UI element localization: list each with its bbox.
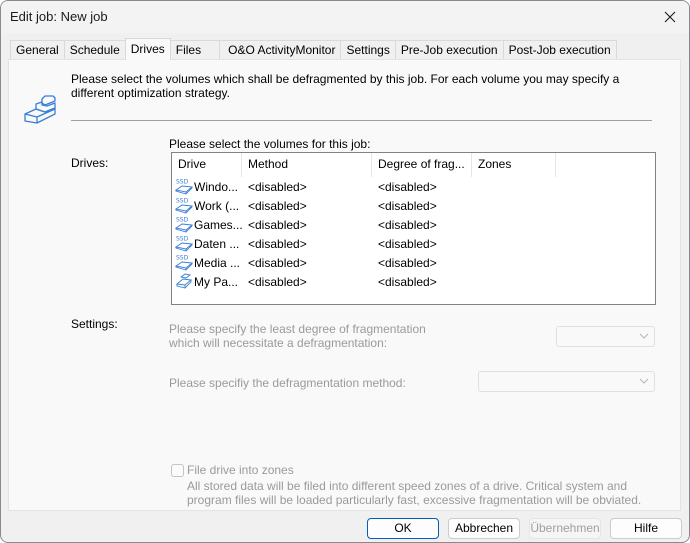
degree-prompt: Please specify the least degree of fragm…	[169, 322, 426, 350]
drive-cell: SSD Daten ...	[172, 235, 242, 252]
ssd-drive-icon: SSD	[174, 197, 194, 214]
tab-schedule[interactable]: Schedule	[63, 40, 126, 60]
zones-checkbox[interactable]	[171, 464, 184, 477]
tab-files[interactable]: Files	[169, 40, 221, 60]
zones-description: All stored data will be filed into diffe…	[187, 479, 642, 507]
network-drive-icon	[175, 273, 194, 290]
column-header-zones[interactable]: Zones	[472, 153, 556, 177]
tab-general[interactable]: General	[10, 40, 65, 60]
degree-cell[interactable]: <disabled>	[372, 180, 472, 194]
column-header-method[interactable]: Method	[242, 153, 372, 177]
column-header-drive[interactable]: Drive	[172, 153, 242, 177]
tab-drives[interactable]: Drives	[124, 38, 171, 60]
drive-cell: SSD Media ...	[172, 254, 242, 271]
method-cell[interactable]: <disabled>	[242, 199, 372, 213]
degree-select[interactable]	[556, 326, 655, 347]
degree-cell[interactable]: <disabled>	[372, 199, 472, 213]
degree-cell[interactable]: <disabled>	[372, 275, 472, 289]
volume-row[interactable]: SSD Media ... <disabled> <disabled>	[172, 253, 655, 272]
drive-name: Media ...	[194, 255, 241, 270]
degree-cell[interactable]: <disabled>	[372, 237, 472, 251]
drives-tab-panel: Please select the volumes which shall be…	[8, 59, 681, 511]
tab-pre-job-execution[interactable]: Pre-Job execution	[394, 40, 504, 60]
volumes-caption: Please select the volumes for this job:	[169, 137, 371, 151]
ok-button[interactable]: OK	[367, 518, 439, 539]
method-cell[interactable]: <disabled>	[242, 180, 372, 194]
degree-cell[interactable]: <disabled>	[372, 218, 472, 232]
method-select[interactable]	[478, 371, 655, 392]
volume-row[interactable]: My Pa... <disabled> <disabled>	[172, 272, 655, 291]
ssd-drive-icon: SSD	[174, 235, 194, 252]
header-separator	[71, 120, 652, 121]
tab-settings[interactable]: Settings	[340, 40, 396, 60]
drive-cell: SSD Work (...	[172, 197, 242, 214]
drive-name: Games...	[194, 217, 242, 232]
close-button[interactable]	[657, 4, 683, 30]
window-title: Edit job: New job	[10, 9, 108, 24]
svg-text:SSD: SSD	[176, 217, 189, 224]
intro-text: Please select the volumes which shall be…	[71, 72, 620, 100]
drive-cell: My Pa...	[172, 273, 242, 290]
column-header-degree[interactable]: Degree of frag...	[372, 153, 472, 177]
settings-label: Settings:	[71, 317, 118, 331]
svg-text:SSD: SSD	[176, 198, 189, 205]
drive-name: My Pa...	[194, 274, 239, 289]
ssd-drive-icon: SSD	[174, 216, 194, 233]
svg-text:SSD: SSD	[176, 236, 189, 243]
method-prompt: Please specifiy the defragmentation meth…	[169, 376, 406, 390]
volume-row[interactable]: SSD Windo... <disabled> <disabled>	[172, 177, 655, 196]
tab-post-job-execution[interactable]: Post-Job execution	[502, 40, 617, 60]
svg-text:SSD: SSD	[176, 255, 189, 262]
close-icon	[664, 11, 676, 23]
svg-text:SSD: SSD	[176, 179, 189, 186]
cancel-button[interactable]: Abbrechen	[448, 518, 520, 539]
drive-cell: SSD Windo...	[172, 178, 242, 195]
chevron-down-icon	[639, 378, 649, 384]
drives-label: Drives:	[71, 156, 109, 170]
ssd-drive-icon: SSD	[174, 254, 194, 271]
drive-name: Windo...	[194, 179, 239, 194]
tab-activitymonitor[interactable]: O&O ActivityMonitor	[219, 40, 342, 60]
method-cell[interactable]: <disabled>	[242, 275, 372, 289]
apply-button[interactable]: Übernehmen	[529, 518, 601, 539]
volume-row[interactable]: SSD Daten ... <disabled> <disabled>	[172, 234, 655, 253]
method-cell[interactable]: <disabled>	[242, 237, 372, 251]
title-bar: Edit job: New job	[1, 1, 689, 33]
drive-cell: SSD Games...	[172, 216, 242, 233]
method-cell[interactable]: <disabled>	[242, 256, 372, 270]
method-cell[interactable]: <disabled>	[242, 218, 372, 232]
zones-checkbox-label[interactable]: File drive into zones	[187, 463, 294, 477]
degree-cell[interactable]: <disabled>	[372, 256, 472, 270]
help-button[interactable]: Hilfe	[610, 518, 682, 539]
tab-strip: General Schedule Drives Files O&O Activi…	[10, 38, 617, 60]
list-header: Drive Method Degree of frag... Zones	[172, 153, 655, 177]
volume-row[interactable]: SSD Work (... <disabled> <disabled>	[172, 196, 655, 215]
ssd-drive-icon: SSD	[174, 178, 194, 195]
drive-name: Work (...	[194, 198, 240, 213]
edit-job-dialog: Edit job: New job General Schedule Drive…	[0, 0, 690, 543]
drive-name: Daten ...	[194, 236, 240, 251]
volumes-list[interactable]: Drive Method Degree of frag... Zones SSD…	[171, 152, 656, 305]
chevron-down-icon	[639, 333, 649, 339]
stacked-drives-icon	[24, 95, 56, 124]
volume-row[interactable]: SSD Games... <disabled> <disabled>	[172, 215, 655, 234]
